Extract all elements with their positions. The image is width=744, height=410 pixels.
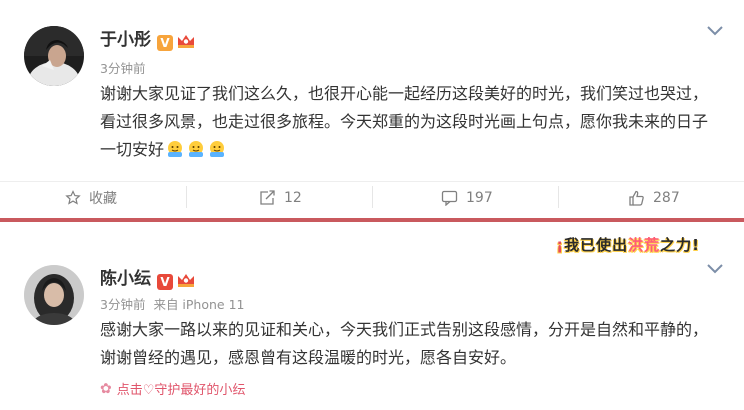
weibo-post-1: 于小彤 V 3分钟前 谢谢大家见证了我们这么久，也很开心能一起经历这段美好的时光，… bbox=[0, 0, 744, 213]
like-count: 287 bbox=[653, 189, 680, 206]
flower-icon: ✿ bbox=[100, 380, 112, 397]
crown-level-icon bbox=[178, 274, 194, 287]
action-separator bbox=[372, 186, 373, 208]
post-time[interactable]: 3分钟前 bbox=[100, 297, 145, 312]
favorite-label: 收藏 bbox=[89, 190, 117, 207]
user-badges: V bbox=[157, 271, 196, 291]
repost-count: 12 bbox=[284, 189, 302, 206]
repost-button[interactable]: 12 bbox=[259, 182, 302, 213]
post-actions-bar: 收藏 12 197 287 bbox=[0, 182, 744, 213]
emoji-icon bbox=[165, 139, 185, 168]
topic-link[interactable]: ✿ 点击♡守护最好的小纭 bbox=[100, 379, 246, 399]
comment-icon bbox=[441, 190, 458, 206]
user-badges: V bbox=[157, 32, 196, 52]
crown-level-icon bbox=[178, 35, 194, 48]
post-meta: 3分钟前 bbox=[100, 61, 145, 77]
post-content: 谢谢大家见证了我们这么久，也很开心能一起经历这段美好的时光，我们笑过也哭过，看过… bbox=[100, 80, 720, 168]
user-name-text[interactable]: 于小彤 bbox=[100, 30, 151, 50]
tagline-highlight: 洪荒 bbox=[628, 236, 661, 254]
like-button[interactable]: 287 bbox=[628, 182, 680, 213]
post-content: 感谢大家一路以来的见证和关心，今天我们正式告别这段感情，分开是自然和平静的，谢谢… bbox=[100, 316, 720, 372]
tagline-prefix: 我已使出 bbox=[564, 236, 629, 254]
avatar-photo-icon bbox=[24, 26, 84, 86]
thumbs-up-icon bbox=[629, 190, 644, 206]
chevron-down-icon[interactable] bbox=[706, 22, 724, 41]
post-text: 感谢大家一路以来的见证和关心，今天我们正式告别这段感情，分开是自然和平静的，谢谢… bbox=[100, 320, 709, 367]
emoji-tagline: ¡我已使出洪荒之力! bbox=[556, 234, 700, 255]
user-avatar[interactable] bbox=[24, 26, 84, 86]
separator-red-line bbox=[0, 218, 744, 222]
emoji-icon bbox=[186, 139, 206, 168]
weibo-post-2: ¡我已使出洪荒之力! 陈小纭 V 3分钟前 来自 iPhone 11 感谢大家一路以… bbox=[0, 228, 744, 410]
action-separator bbox=[186, 186, 187, 208]
exclamation-icon: ¡ bbox=[556, 236, 565, 254]
topic-text[interactable]: 点击♡守护最好的小纭 bbox=[117, 379, 246, 398]
user-avatar[interactable] bbox=[24, 265, 84, 325]
user-name-text[interactable]: 陈小纭 bbox=[100, 269, 151, 289]
action-separator bbox=[558, 186, 559, 208]
post-time[interactable]: 3分钟前 bbox=[100, 61, 145, 76]
user-name[interactable]: 陈小纭 V bbox=[100, 269, 196, 291]
vip-v-badge: V bbox=[157, 274, 173, 290]
post-meta: 3分钟前 来自 iPhone 11 bbox=[100, 297, 245, 313]
user-name[interactable]: 于小彤 V bbox=[100, 30, 196, 52]
avatar-photo-icon bbox=[24, 265, 84, 325]
tagline-suffix: 之力! bbox=[660, 236, 700, 254]
emoji-icon bbox=[207, 139, 227, 168]
chevron-down-icon[interactable] bbox=[706, 260, 724, 279]
comment-count: 197 bbox=[466, 189, 493, 206]
repost-icon bbox=[260, 189, 275, 205]
post-separator bbox=[0, 213, 744, 228]
comment-button[interactable]: 197 bbox=[441, 182, 493, 213]
post-source: 来自 iPhone 11 bbox=[153, 297, 245, 312]
star-icon bbox=[65, 189, 81, 205]
favorite-button[interactable]: 收藏 bbox=[65, 182, 117, 213]
vip-v-badge: V bbox=[157, 35, 173, 51]
